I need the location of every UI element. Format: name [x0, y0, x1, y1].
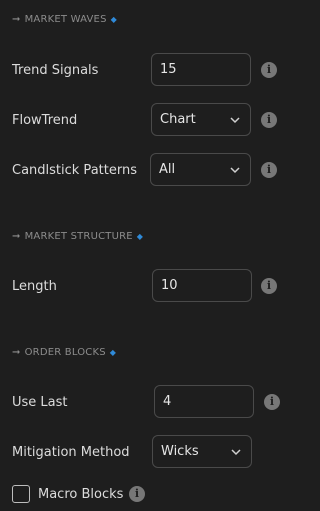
arrow-right-icon: ➞: [12, 14, 21, 25]
length-value: 10: [161, 278, 178, 293]
chevron-down-icon: [230, 166, 240, 173]
info-icon[interactable]: i: [264, 394, 280, 410]
mitigation-method-value: Wicks: [161, 444, 199, 459]
flowtrend-select[interactable]: Chart: [151, 103, 251, 136]
info-icon[interactable]: i: [129, 486, 145, 502]
use-last-label: Use Last: [12, 395, 68, 410]
arrow-right-icon: ➞: [12, 231, 21, 242]
info-icon[interactable]: i: [261, 162, 277, 178]
section-header-order-blocks: ➞ ORDER BLOCKS ◆: [12, 347, 116, 358]
candlestick-patterns-value: All: [159, 162, 176, 177]
mitigation-method-select[interactable]: Wicks: [152, 435, 252, 468]
length-label: Length: [12, 279, 57, 294]
section-header-market-structure: ➞ MARKET STRUCTURE ◆: [12, 231, 143, 242]
info-icon[interactable]: i: [261, 62, 277, 78]
length-input[interactable]: 10: [152, 269, 252, 302]
diamond-icon: ◆: [110, 15, 117, 24]
use-last-input[interactable]: 4: [154, 385, 254, 418]
section-title: ORDER BLOCKS: [24, 347, 106, 358]
section-title: MARKET STRUCTURE: [24, 231, 133, 242]
diamond-icon: ◆: [109, 348, 117, 357]
flowtrend-label: FlowTrend: [12, 113, 78, 128]
flowtrend-value: Chart: [160, 112, 196, 127]
section-title: MARKET WAVES: [24, 14, 107, 25]
diamond-icon: ◆: [136, 232, 144, 241]
use-last-value: 4: [163, 394, 172, 409]
candlestick-patterns-select[interactable]: All: [150, 153, 251, 186]
info-icon[interactable]: i: [261, 112, 277, 128]
trend-signals-input[interactable]: 15: [151, 53, 251, 86]
macro-blocks-label: Macro Blocks: [38, 487, 124, 502]
info-icon[interactable]: i: [261, 278, 277, 294]
candlestick-patterns-label: Candlstick Patterns: [12, 163, 137, 178]
mitigation-method-label: Mitigation Method: [12, 445, 130, 460]
arrow-right-icon: ➞: [12, 347, 21, 358]
trend-signals-value: 15: [160, 62, 177, 77]
trend-signals-label: Trend Signals: [12, 63, 99, 78]
section-header-market-waves: ➞ MARKET WAVES ◆: [12, 14, 117, 25]
chevron-down-icon: [230, 116, 240, 123]
chevron-down-icon: [231, 448, 241, 455]
macro-blocks-checkbox[interactable]: [12, 485, 30, 503]
